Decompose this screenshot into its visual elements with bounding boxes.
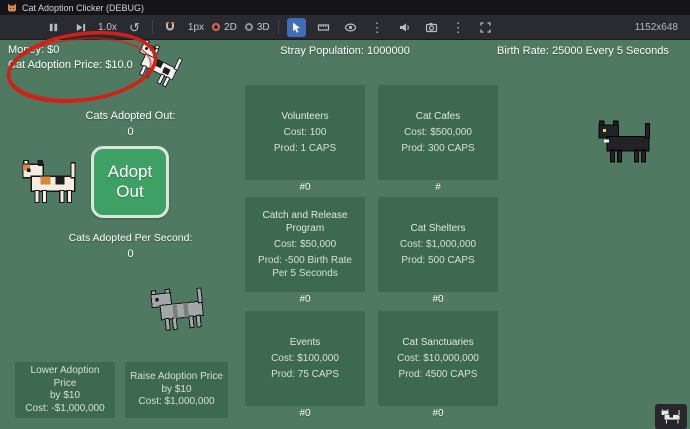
shop-item-prod: Prod: 300 CAPS — [401, 142, 474, 155]
shop-item-count: #0 — [245, 182, 365, 193]
adoption-price-stat: Cat Adoption Price: $10.0 — [8, 59, 133, 71]
mode-3d-radio[interactable]: 3D — [245, 22, 270, 33]
shop-item-count: #0 — [378, 294, 498, 305]
black-cat-sprite — [596, 120, 654, 171]
game-viewport: Money: $0 Cat Adoption Price: $10.0 Stra… — [0, 40, 690, 429]
cats-adopted-per-second-value: 0 — [48, 248, 213, 260]
price-button-title: Lower Adoption Price — [18, 365, 112, 390]
money-stat: Money: $0 — [8, 44, 59, 56]
speed-label[interactable]: 1.0x — [98, 22, 117, 33]
toolbar-separator — [278, 20, 279, 34]
kebab-menu-icon[interactable]: ⋮ — [449, 18, 468, 37]
shop-item-cat-sanctuaries[interactable]: Cat Sanctuaries Cost: $10,000,000 Prod: … — [378, 311, 498, 406]
shop-item-cost: Cost: $10,000,000 — [397, 352, 479, 365]
lower-adoption-price-button[interactable]: Lower Adoption Price by $10 Cost: -$1,00… — [15, 362, 115, 418]
select-cursor-icon[interactable] — [287, 18, 306, 37]
adopt-out-button[interactable]: Adopt Out — [91, 146, 169, 218]
shop-item-title: Volunteers — [281, 110, 328, 123]
gray-cat-sprite — [147, 283, 210, 342]
camera-icon[interactable] — [422, 18, 441, 37]
shop-item-cost: Cost: $500,000 — [404, 126, 472, 139]
calico-cat-sprite — [20, 160, 80, 211]
radio-3d-icon — [245, 23, 253, 31]
shop-item-prod: Prod: 75 CAPS — [271, 368, 339, 381]
speaker-icon[interactable] — [395, 18, 414, 37]
mode-2d-radio[interactable]: 2D — [212, 22, 237, 33]
cats-adopted-per-second-label: Cats Adopted Per Second: — [48, 232, 213, 244]
shop-item-catch-and-release[interactable]: Catch and Release Program Cost: $50,000 … — [245, 197, 365, 292]
mode-2d-label: 2D — [224, 22, 237, 33]
mini-cat-icon — [660, 409, 682, 425]
app-cat-icon — [7, 3, 17, 13]
shop-item-title: Cat Sanctuaries — [402, 336, 473, 349]
shop-item-cat-shelters[interactable]: Cat Shelters Cost: $1,000,000 Prod: 500 … — [378, 197, 498, 292]
shop-item-cat-cafes[interactable]: Cat Cafes Cost: $500,000 Prod: 300 CAPS — [378, 85, 498, 180]
pause-icon[interactable] — [44, 18, 63, 37]
toolbar-separator — [152, 20, 153, 34]
snap-step-label: 1px — [188, 22, 204, 33]
shop-item-title: Cat Cafes — [416, 110, 460, 123]
cats-adopted-out-value: 0 — [58, 126, 203, 138]
shop-item-cost: Cost: $1,000,000 — [400, 238, 476, 251]
raise-adoption-price-button[interactable]: Raise Adoption Price by $10 Cost: $1,000… — [125, 362, 228, 418]
shop-item-count: # — [378, 182, 498, 193]
shop-item-prod: Prod: 4500 CAPS — [399, 368, 478, 381]
price-button-amount: by $10 — [161, 384, 191, 397]
rotate-icon[interactable]: ↺ — [125, 18, 144, 37]
shop-item-prod: Prod: -500 Birth Rate Per 5 Seconds — [249, 254, 361, 280]
shop-item-title: Catch and Release Program — [249, 209, 361, 235]
stray-population-stat: Stray Population: 1000000 — [230, 45, 460, 57]
corner-cat-button[interactable] — [655, 404, 687, 429]
snap-magnet-icon[interactable] — [161, 18, 180, 37]
shop-item-cost: Cost: $100,000 — [271, 352, 339, 365]
window-title: Cat Adoption Clicker (DEBUG) — [22, 3, 144, 13]
toolbar: 1.0x ↺ 1px 2D 3D ⋮ ⋮ — [0, 15, 690, 40]
shop-item-count: #0 — [245, 294, 365, 305]
price-button-cost: Cost: $1,000,000 — [138, 396, 214, 409]
shop-item-cost: Cost: $50,000 — [274, 238, 336, 251]
mode-3d-label: 3D — [257, 22, 270, 33]
ruler-icon[interactable] — [314, 18, 333, 37]
cats-adopted-out-label: Cats Adopted Out: — [58, 110, 203, 122]
shop-item-prod: Prod: 500 CAPS — [401, 254, 474, 267]
eye-icon[interactable] — [341, 18, 360, 37]
app-window: Cat Adoption Clicker (DEBUG) 1.0x ↺ 1px … — [0, 0, 690, 429]
fullscreen-icon[interactable] — [476, 18, 495, 37]
radio-2d-icon — [212, 23, 220, 31]
titlebar: Cat Adoption Clicker (DEBUG) — [0, 0, 690, 15]
white-cat-sprite — [125, 38, 187, 98]
price-button-title: Raise Adoption Price — [130, 371, 223, 384]
shop-item-title: Events — [290, 336, 321, 349]
shop-item-count: #0 — [245, 408, 365, 419]
birth-rate-stat: Birth Rate: 25000 Every 5 Seconds — [497, 45, 685, 57]
shop-item-volunteers[interactable]: Volunteers Cost: 100 Prod: 1 CAPS — [245, 85, 365, 180]
price-button-cost: Cost: -$1,000,000 — [25, 403, 105, 416]
shop-item-events[interactable]: Events Cost: $100,000 Prod: 75 CAPS — [245, 311, 365, 406]
kebab-menu-icon[interactable]: ⋮ — [368, 18, 387, 37]
shop-item-title: Cat Shelters — [410, 222, 465, 235]
shop-item-prod: Prod: 1 CAPS — [274, 142, 336, 155]
price-button-amount: by $10 — [50, 390, 80, 403]
next-frame-icon[interactable] — [71, 18, 90, 37]
resolution-label: 1152x648 — [635, 22, 678, 33]
shop-item-count: #0 — [378, 408, 498, 419]
shop-item-cost: Cost: 100 — [284, 126, 327, 139]
